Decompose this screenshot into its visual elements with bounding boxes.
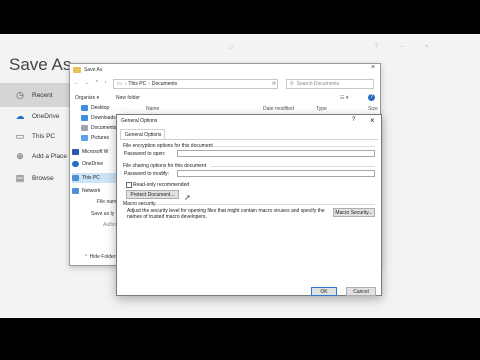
backstage-nav-recent[interactable]: ◷ Recent	[0, 83, 70, 107]
password-open-field[interactable]	[177, 150, 375, 157]
tree-item-label: This PC	[82, 175, 100, 181]
tree-item-microsoft-word[interactable]: Microsoft W	[72, 147, 118, 157]
macro-description: Adjust the security level for opening fi…	[127, 208, 325, 220]
protect-document-button[interactable]: Protect Document...	[126, 190, 179, 199]
tree-item-label: Downloads	[91, 115, 116, 121]
file-name-label: File nam	[97, 199, 117, 205]
tree-item-network[interactable]: Network	[72, 186, 118, 196]
folder-icon	[73, 67, 81, 73]
tree-item-label: Desktop	[91, 105, 110, 111]
section-divider	[211, 166, 375, 167]
encryption-section-heading: File encryption options for this documen…	[123, 143, 213, 149]
close-icon[interactable]: ×	[370, 116, 375, 125]
tab-divider	[120, 139, 378, 140]
macro-security-button[interactable]: Macro Security...	[333, 208, 375, 217]
computer-icon: ▭	[15, 130, 25, 141]
computer-icon: ▭	[117, 81, 122, 87]
breadcrumb-this-pc[interactable]: This PC	[128, 81, 146, 87]
refresh-icon[interactable]: ⟳	[272, 81, 276, 87]
backstage-nav-label: Add a Place	[32, 152, 68, 160]
letterbox-bottom	[0, 318, 480, 360]
read-only-label: Read-only recommended	[133, 182, 190, 188]
mouse-cursor-icon: ➚	[184, 193, 191, 202]
help-icon[interactable]: ?	[368, 94, 375, 101]
macro-section-heading: Macro security	[123, 201, 156, 207]
authors-label: Autho	[103, 222, 117, 228]
dialog-title: General Options	[121, 118, 158, 124]
backstage-nav-label: Recent	[32, 91, 53, 99]
clock-icon: ◷	[16, 89, 24, 100]
backstage-nav-add-place[interactable]: ⊕ Add a Place	[0, 145, 70, 167]
word-icon	[72, 149, 79, 155]
picture-icon	[81, 135, 88, 141]
hide-folders-button[interactable]: ⌃ Hide Folders	[84, 254, 118, 260]
backstage-nav-browse[interactable]: ▤ Browse	[0, 167, 70, 189]
letterbox-top	[0, 0, 480, 34]
read-only-checkbox[interactable]	[126, 182, 132, 188]
new-folder-button[interactable]: New folder	[116, 95, 140, 101]
save-as-type-label: Save as ty	[91, 211, 115, 217]
cloud-icon	[72, 161, 79, 167]
download-icon	[81, 115, 88, 121]
address-bar[interactable]: ▭ › This PC › Documents	[113, 79, 278, 89]
tree-item-label: Documents	[91, 125, 117, 131]
ghost-title-text: ▭	[228, 45, 234, 51]
sharing-section-heading: File sharing options for this document	[123, 163, 207, 169]
save-as-window-title: Save As	[84, 67, 103, 73]
column-type[interactable]: Type	[316, 106, 327, 112]
backstage-nav-label: OneDrive	[32, 112, 60, 120]
tree-item-this-pc[interactable]: This PC	[72, 173, 118, 183]
ok-button[interactable]: OK	[311, 287, 337, 296]
globe-icon: ⊕	[16, 150, 24, 161]
view-options-icon[interactable]: ☷ ▾	[340, 95, 348, 101]
tree-item-desktop[interactable]: Desktop	[81, 103, 118, 113]
tree-item-label: Network	[82, 188, 101, 194]
close-icon[interactable]: ×	[371, 64, 375, 71]
section-divider	[155, 204, 375, 205]
tree-item-label: Microsoft W	[82, 149, 109, 155]
backstage-nav-label: Browse	[32, 174, 54, 182]
chevron-up-icon: ⌃	[84, 254, 89, 260]
password-modify-label: Password to modify:	[124, 171, 170, 177]
password-open-label: Password to open:	[124, 151, 166, 157]
breadcrumb-documents[interactable]: Documents	[152, 81, 177, 87]
tree-item-pictures[interactable]: Pictures	[81, 133, 118, 143]
backstage-nav-onedrive[interactable]: ☁ OneDrive	[0, 105, 70, 127]
breadcrumb-sep: ›	[124, 81, 127, 87]
tab-general-options[interactable]: General Options	[120, 129, 165, 139]
breadcrumb-sep: ›	[148, 81, 150, 87]
tree-item-label: OneDrive	[82, 161, 104, 167]
search-icon: ⚲	[290, 81, 294, 87]
backstage-nav-this-pc[interactable]: ▭ This PC	[0, 125, 70, 147]
search-input[interactable]: Search Documents	[297, 81, 340, 87]
nav-arrows[interactable]: ← → ⌃ ↑	[74, 80, 109, 86]
ghost-window-controls: ? – ×	[375, 44, 439, 50]
cloud-icon: ☁	[15, 110, 25, 121]
tree-item-onedrive[interactable]: OneDrive	[72, 159, 118, 169]
organize-button[interactable]: Organize ▾	[75, 95, 99, 101]
column-name[interactable]: Name	[146, 106, 159, 112]
hide-folders-label: Hide Folders	[89, 254, 118, 260]
help-icon[interactable]: ?	[352, 117, 355, 123]
folder-icon: ▤	[15, 172, 25, 183]
desktop-icon	[81, 105, 88, 111]
network-icon	[72, 188, 79, 194]
tree-item-downloads[interactable]: Downloads	[81, 113, 118, 123]
document-icon	[81, 125, 88, 131]
tree-item-label: Pictures	[91, 135, 110, 141]
backstage-nav-label: This PC	[32, 132, 56, 140]
cancel-button[interactable]: Cancel	[346, 287, 376, 296]
password-modify-field[interactable]	[177, 170, 375, 177]
tree-item-documents[interactable]: Documents	[81, 123, 118, 133]
column-date-modified[interactable]: Date modified	[263, 106, 294, 112]
column-size[interactable]: Size	[368, 106, 378, 112]
section-divider	[214, 146, 375, 147]
backstage-title: Save As	[9, 55, 72, 74]
computer-icon	[72, 175, 79, 181]
navigation-pane: Desktop Downloads Documents Pictures Mic…	[72, 103, 118, 196]
